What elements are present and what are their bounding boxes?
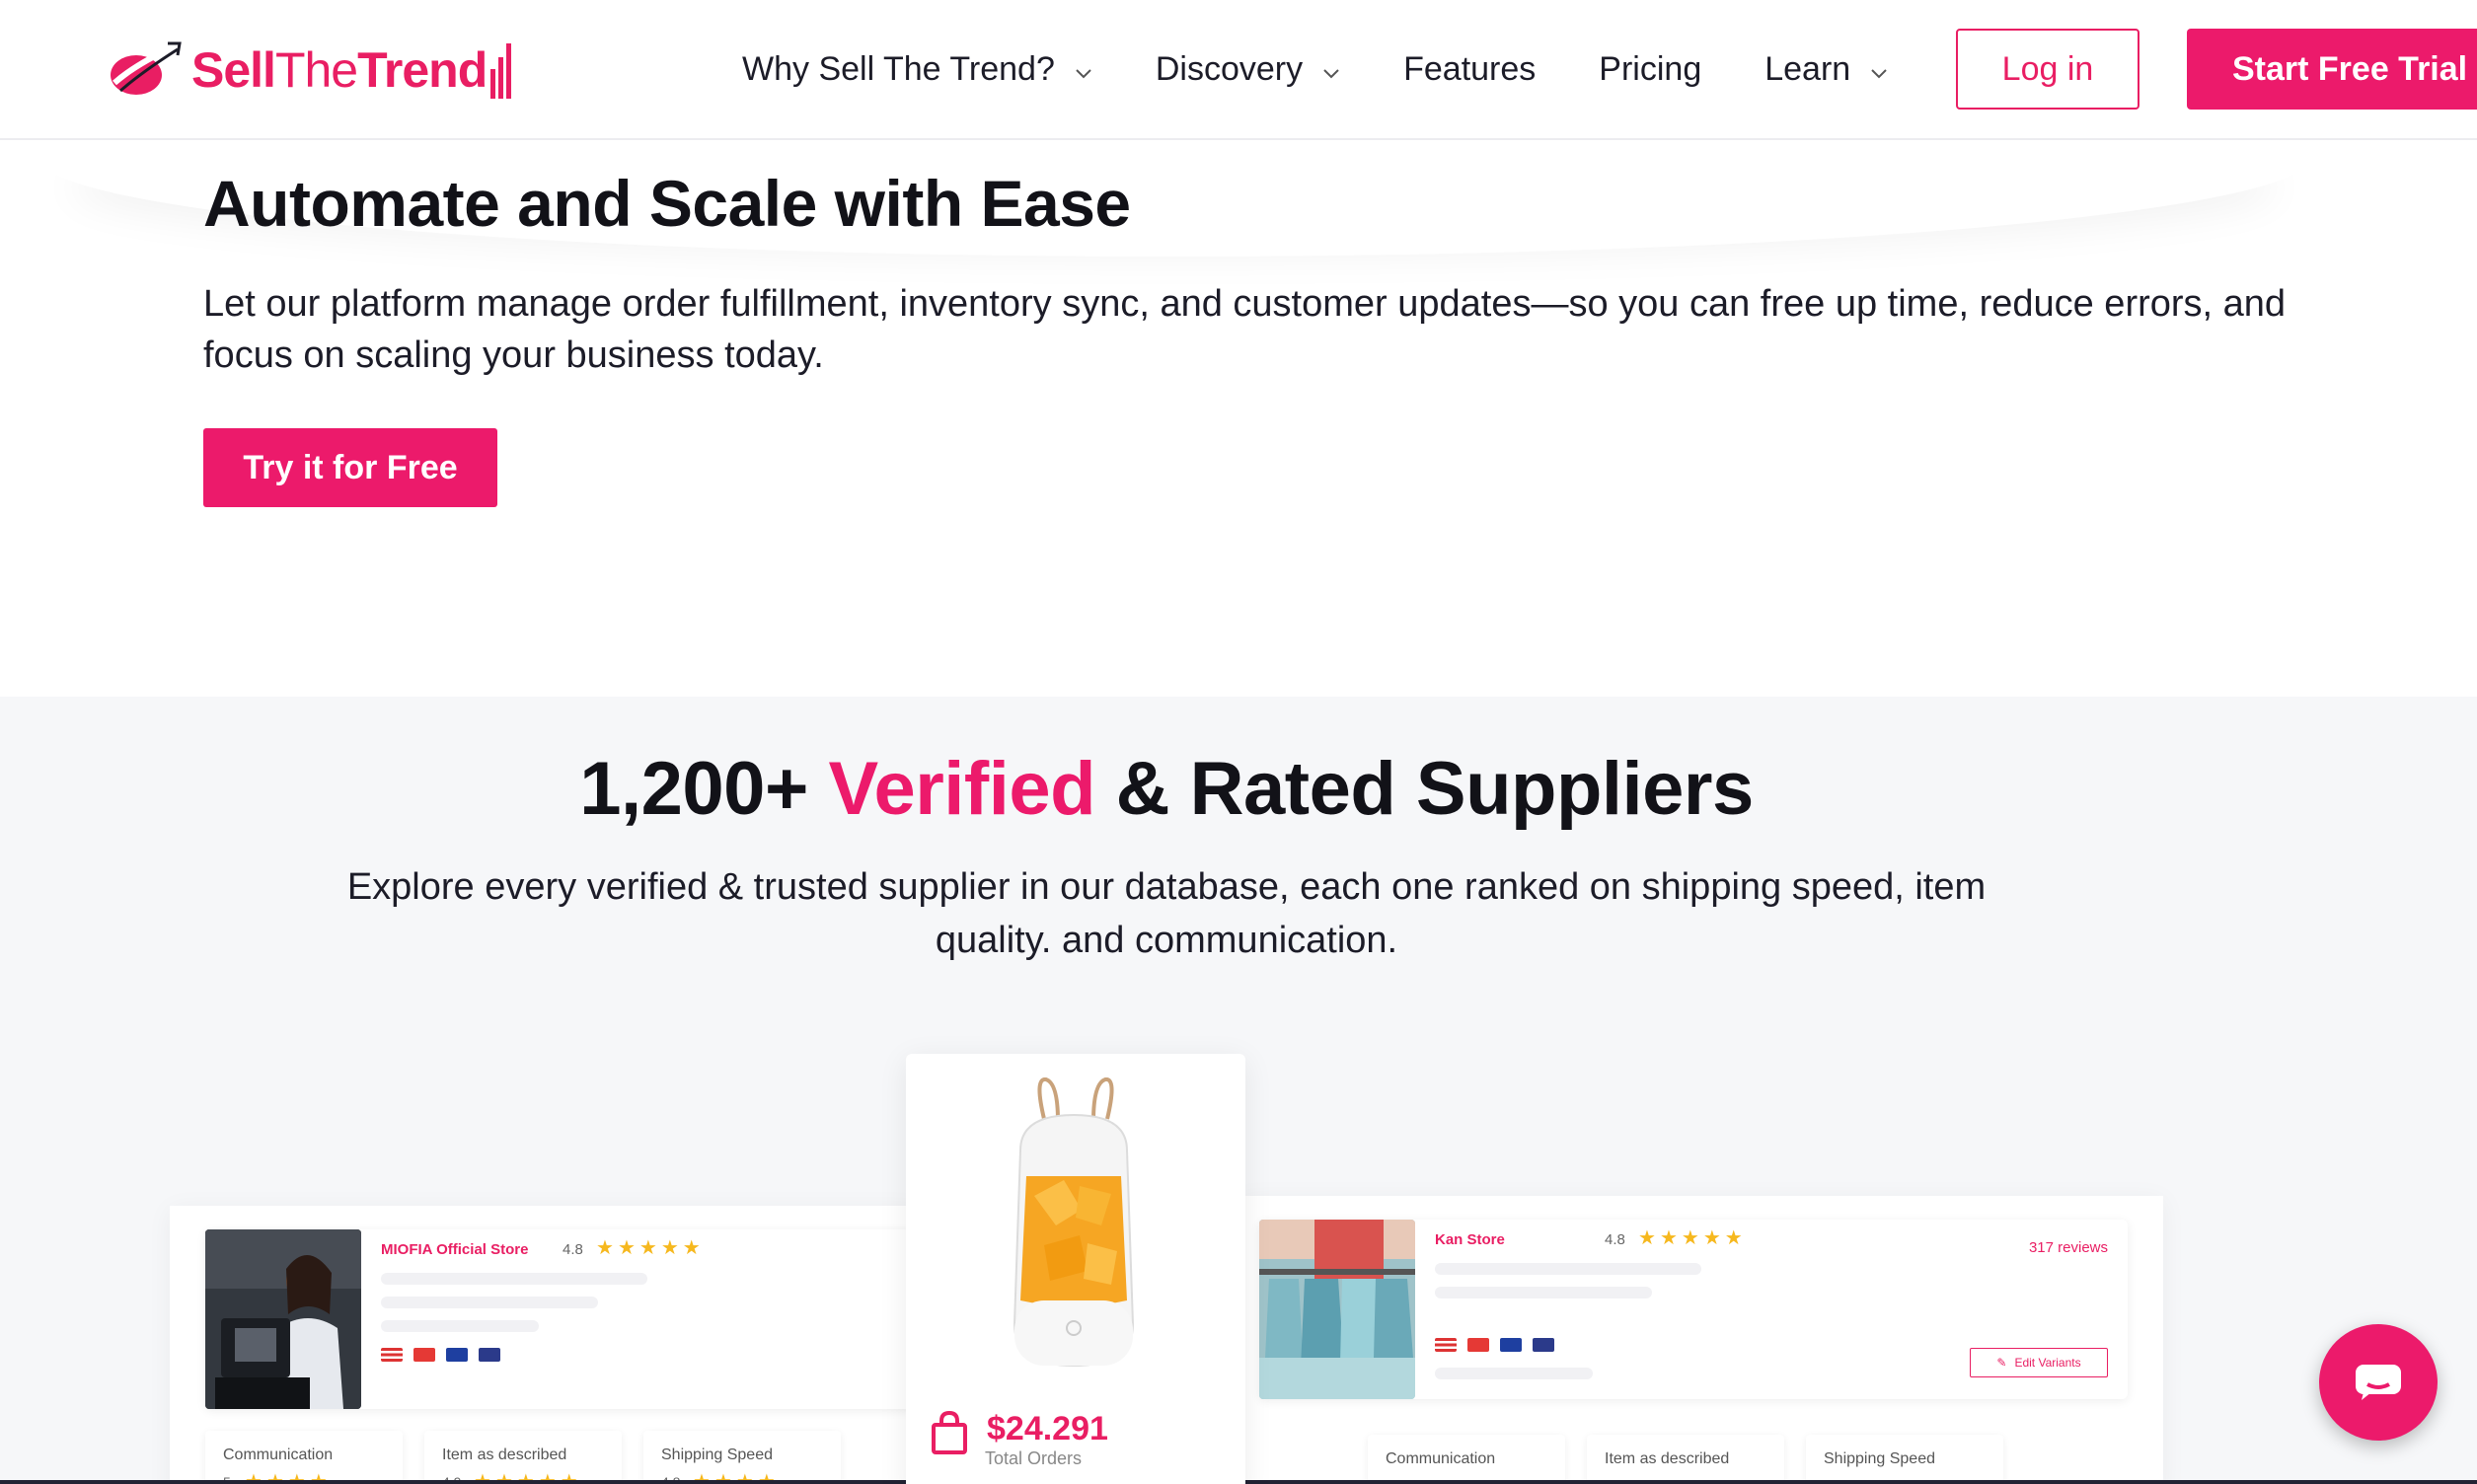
login-button[interactable]: Log in xyxy=(1956,29,2139,110)
store-rating: 4.8 xyxy=(563,1241,583,1258)
metric-shipping-speed: Shipping Speed 4.8 ★ ★ ★ ★ xyxy=(643,1431,841,1484)
nav-item-why-sell-the-trend[interactable]: Why Sell The Trend? xyxy=(742,50,1092,89)
eu-flag-icon xyxy=(1500,1338,1522,1352)
metric-label: Item as described xyxy=(1605,1450,1730,1467)
us-flag-icon xyxy=(381,1348,403,1362)
metric-item-as-described: Item as described xyxy=(1587,1435,1784,1484)
total-orders-value: $24.291 xyxy=(987,1410,1108,1447)
nav-item-discovery[interactable]: Discovery xyxy=(1156,50,1340,89)
hero-description: Let our platform manage order fulfillmen… xyxy=(203,283,2287,376)
main-menu: Why Sell The Trend? Discovery Features P… xyxy=(742,0,1951,138)
eu-flag-icon xyxy=(446,1348,468,1362)
nav-item-learn[interactable]: Learn xyxy=(1764,50,1888,89)
store-name: MIOFIA Official Store xyxy=(381,1241,529,1258)
china-flag-icon xyxy=(413,1348,435,1362)
china-flag-icon xyxy=(1467,1338,1489,1352)
placeholder-line xyxy=(381,1320,539,1332)
star-icon: ★ xyxy=(1702,1227,1721,1249)
supplier-preview-left: MIOFIA Official Store 4.8 ★ ★ ★ ★ ★ Communic… xyxy=(170,1206,936,1484)
store-photo xyxy=(205,1229,361,1409)
nav-item-label: Why Sell The Trend? xyxy=(742,49,1055,88)
metric-item-as-described: Item as described 4.9 ★ ★ ★ ★ ★ xyxy=(424,1431,622,1484)
star-icon: ★ xyxy=(1659,1227,1678,1249)
star-icon: ★ xyxy=(682,1237,701,1259)
product-image xyxy=(1013,1077,1135,1368)
uk-flag-icon xyxy=(479,1348,500,1362)
nav-item-features[interactable]: Features xyxy=(1403,50,1536,89)
hero-title: Automate and Scale with Ease xyxy=(203,167,1131,240)
metric-label: Communication xyxy=(1386,1450,1496,1467)
chevron-down-icon xyxy=(1322,50,1340,89)
shopping-bag-icon xyxy=(932,1411,967,1454)
placeholder-line xyxy=(381,1273,647,1285)
store-reviews-link[interactable]: 317 reviews xyxy=(2029,1239,2108,1256)
metric-label: Shipping Speed xyxy=(1824,1450,1935,1467)
store-card-kan: Kan Store 4.8 ★ ★ ★ ★ ★ 317 reviews ✎ Edit Va… xyxy=(1259,1220,2128,1399)
country-flags xyxy=(1435,1338,1565,1352)
store-photo xyxy=(1259,1220,1415,1399)
star-icon: ★ xyxy=(660,1237,679,1259)
nav-item-label: Features xyxy=(1403,49,1537,88)
placeholder-line xyxy=(1435,1263,1701,1275)
nav-item-label: Discovery xyxy=(1155,49,1304,88)
metric-communication: Communication xyxy=(1368,1435,1565,1484)
nav-item-label: Learn xyxy=(1764,49,1851,88)
metric-label: Item as described xyxy=(442,1447,567,1463)
start-free-trial-button[interactable]: Start Free Trial xyxy=(2187,29,2477,110)
star-icon: ★ xyxy=(1724,1227,1743,1249)
suppliers-description: Explore every verified & trusted supplie… xyxy=(346,866,1987,961)
chevron-down-icon xyxy=(1870,50,1888,89)
brand-logo[interactable]: SellTheTrend xyxy=(107,36,512,105)
nav-item-pricing[interactable]: Pricing xyxy=(1599,50,1701,89)
try-for-free-button[interactable]: Try it for Free xyxy=(203,428,497,507)
chevron-down-icon xyxy=(1075,50,1092,89)
star-icon: ★ xyxy=(617,1237,636,1259)
suppliers-title-highlight: Verified xyxy=(828,747,1096,831)
store-stars: ★ ★ ★ ★ ★ xyxy=(1638,1228,1747,1248)
metric-communication: Communication 5 ★ ★ ★ ★ xyxy=(205,1431,403,1484)
trend-bars-icon xyxy=(490,43,512,99)
edit-variants-label: Edit Variants xyxy=(2014,1356,2081,1370)
placeholder-line xyxy=(381,1297,598,1308)
star-icon: ★ xyxy=(638,1237,657,1259)
supplier-preview-right: Kan Store 4.8 ★ ★ ★ ★ ★ 317 reviews ✎ Edit Va… xyxy=(1239,1196,2163,1484)
swoosh-logo-icon xyxy=(111,41,182,95)
top-navigation: SellTheTrend Why Sell The Trend? Discove… xyxy=(0,0,2477,140)
pencil-icon: ✎ xyxy=(1996,1356,2007,1370)
store-rating: 4.8 xyxy=(1605,1231,1625,1248)
store-card-miofia: MIOFIA Official Store 4.8 ★ ★ ★ ★ ★ xyxy=(205,1229,936,1409)
chat-icon xyxy=(2356,1365,2401,1400)
total-orders-caption: Total Orders xyxy=(985,1448,1083,1468)
product-card: $24.291 Total Orders xyxy=(906,1054,1245,1484)
nav-item-label: Pricing xyxy=(1599,49,1702,88)
suppliers-title: 1,200+ Verified & Rated Suppliers xyxy=(579,747,1754,831)
metric-label: Communication xyxy=(223,1447,334,1463)
metric-shipping-speed: Shipping Speed xyxy=(1806,1435,2003,1484)
uk-flag-icon xyxy=(1533,1338,1554,1352)
store-stars: ★ ★ ★ ★ ★ xyxy=(596,1238,705,1258)
country-flags xyxy=(381,1348,511,1362)
star-icon: ★ xyxy=(1638,1227,1656,1249)
chat-button[interactable] xyxy=(2319,1324,2438,1441)
edit-variants-button[interactable]: ✎ Edit Variants xyxy=(1970,1348,2108,1377)
metric-label: Shipping Speed xyxy=(661,1447,773,1463)
brand-name: SellTheTrend xyxy=(191,42,488,98)
star-icon: ★ xyxy=(596,1237,614,1259)
us-flag-icon xyxy=(1435,1338,1457,1352)
placeholder-line xyxy=(1435,1368,1593,1379)
star-icon: ★ xyxy=(1681,1227,1699,1249)
suppliers-section: 1,200+ Verified & Rated Suppliers Explor… xyxy=(0,697,2477,1484)
store-name: Kan Store xyxy=(1435,1231,1505,1248)
placeholder-line xyxy=(1435,1287,1652,1298)
